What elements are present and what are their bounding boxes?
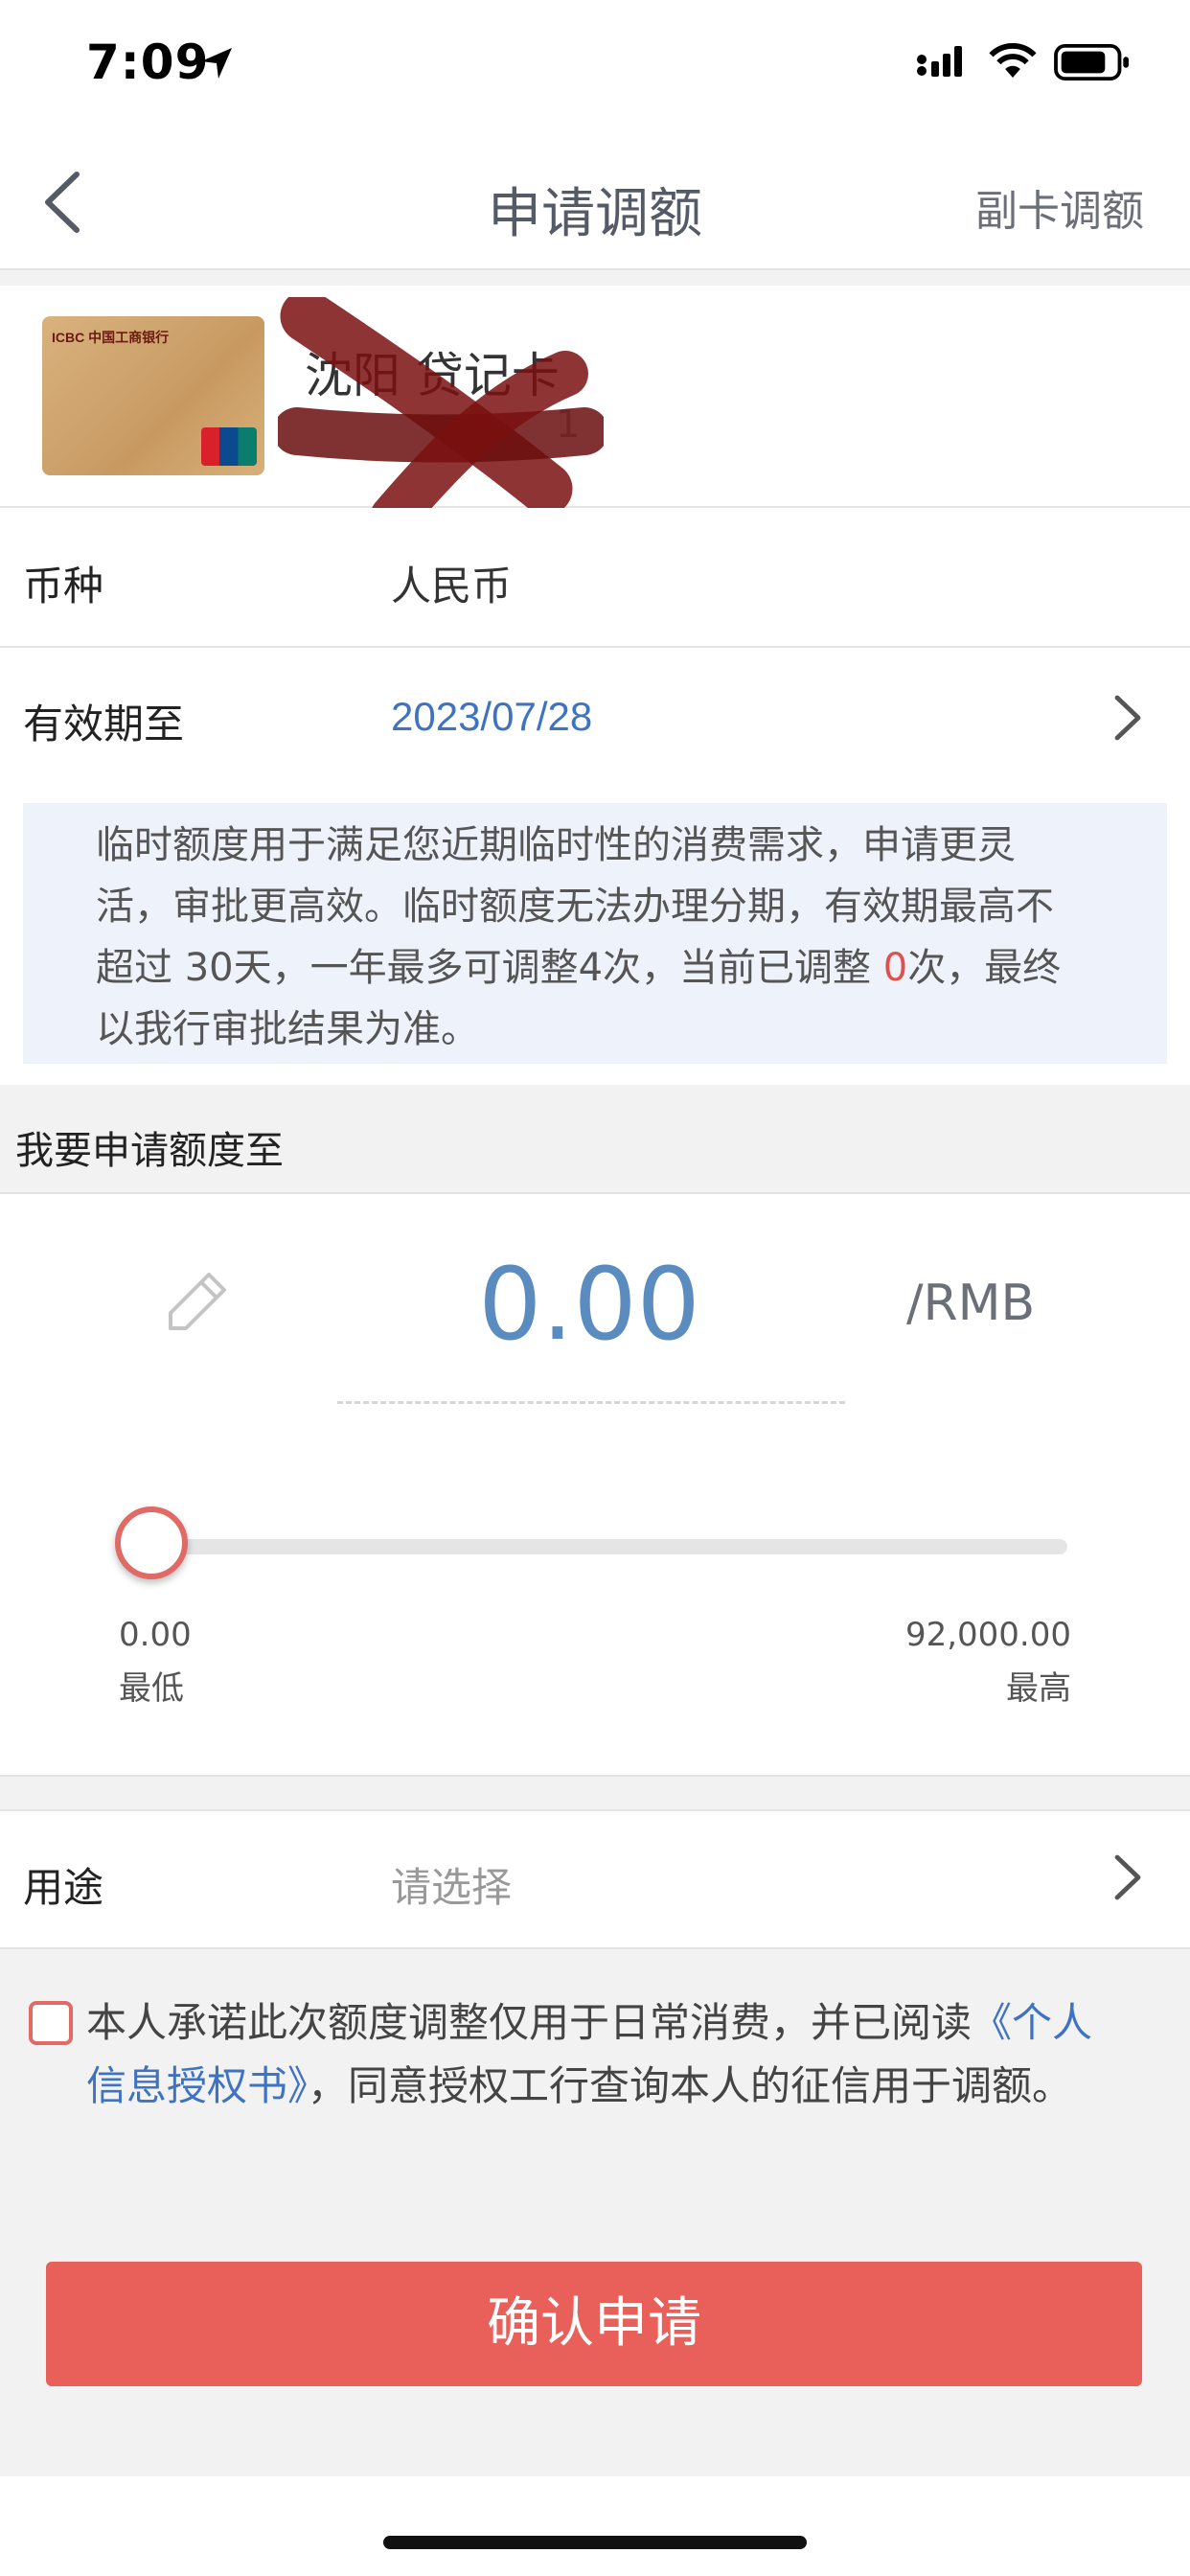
slider-min-value: 0.00: [119, 1616, 192, 1654]
currency-value: 人民币: [391, 563, 513, 610]
purpose-row[interactable]: [0, 1809, 1190, 1949]
amount-slider-track[interactable]: [153, 1539, 1067, 1554]
slider-max-label: 最高: [1006, 1669, 1071, 1708]
currency-label: 币种: [23, 563, 104, 610]
expiry-label: 有效期至: [23, 701, 185, 748]
purpose-select[interactable]: 请选择: [391, 1855, 512, 1914]
chevron-right-icon: [1114, 1854, 1141, 1900]
location-arrow-icon: [201, 48, 232, 79]
adjust-count: 0: [882, 946, 908, 990]
card-bank-mark: ICBC 中国工商银行: [52, 330, 170, 345]
wifi-icon: [989, 43, 1037, 78]
agreement-text-part2: ，同意授权工行查询本人的征信用于调额。: [308, 2062, 1073, 2109]
confirm-apply-button[interactable]: 确认申请: [46, 2262, 1142, 2386]
amount-section-header: 我要申请额度至: [15, 1129, 284, 1173]
notice-text: 临时额度用于满足您近期临时性的消费需求，申请更灵活，审批更高效。临时额度无法办理…: [96, 815, 1083, 1060]
amount-slider-thumb[interactable]: [115, 1506, 188, 1579]
signal-icon: [917, 46, 962, 77]
chevron-right-icon: [1114, 695, 1141, 741]
credit-card-image: ICBC 中国工商银行: [42, 316, 264, 475]
bottom-safe-area: [0, 2476, 1190, 2576]
currency-row: [0, 508, 1190, 648]
amount-underline: [337, 1401, 845, 1404]
agreement-checkbox[interactable]: [29, 2001, 73, 2045]
agreement-text-part1: 本人承诺此次额度调整仅用于日常消费，并已阅读: [86, 1999, 973, 2046]
amount-input[interactable]: 0.00: [383, 1246, 795, 1363]
status-time: 7:09: [86, 34, 210, 90]
slider-max-value: 92,000.00: [904, 1616, 1071, 1654]
home-indicator: [383, 2536, 807, 2549]
amount-unit: /RMB: [906, 1275, 1036, 1332]
battery-icon: [1054, 44, 1129, 80]
purpose-label: 用途: [23, 1864, 104, 1911]
pencil-icon[interactable]: [163, 1267, 232, 1336]
agreement-text: 本人承诺此次额度调整仅用于日常消费，并已阅读《个人信息授权书》，同意授权工行查询…: [86, 1991, 1121, 2118]
redaction-mark: [278, 297, 604, 537]
unionpay-logo: [201, 427, 257, 466]
slider-min-label: 最低: [119, 1669, 184, 1708]
divider: [0, 270, 1190, 286]
supplementary-card-adjust-link[interactable]: 副卡调额: [975, 176, 1144, 238]
expiry-value[interactable]: 2023/07/28: [391, 694, 592, 740]
